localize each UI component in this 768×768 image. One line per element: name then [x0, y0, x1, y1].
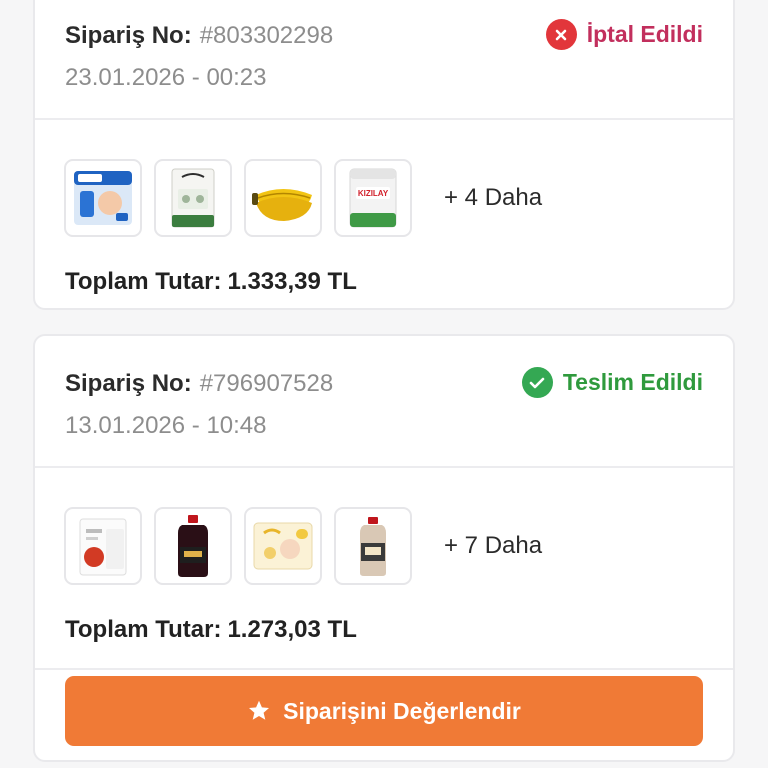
- status-badge: Teslim Edildi: [521, 367, 703, 398]
- product-thumbnail[interactable]: KIZILAY: [334, 159, 412, 237]
- close-circle-icon: [545, 19, 577, 50]
- sleepy-wipes-yellow-pack-icon: [253, 522, 313, 570]
- milk-bottle-icon: [360, 517, 386, 576]
- product-thumbnail[interactable]: [154, 507, 232, 585]
- order-total-label: Toplam Tutar:: [65, 616, 222, 643]
- order-number: #803302298: [199, 22, 334, 49]
- order-total: Toplam Tutar: 1.333,39 TL: [35, 268, 733, 296]
- more-products-label[interactable]: + 7 Daha: [444, 532, 542, 560]
- svg-text:KIZILAY: KIZILAY: [358, 189, 389, 198]
- star-icon: [249, 700, 270, 720]
- status-label: Teslim Edildi: [562, 369, 703, 395]
- order-total: Toplam Tutar: 1.273,03 TL: [35, 616, 733, 644]
- status-badge: İptal Edildi: [545, 19, 703, 50]
- sleepy-wipes-pack-icon: [171, 168, 215, 228]
- order-total-value: 1.333,39 TL: [227, 268, 357, 295]
- kizilay-product-pack-icon: KIZILAY: [349, 168, 397, 228]
- product-thumbnails: KIZILAY + 4 Daha: [35, 146, 733, 250]
- product-thumbnail[interactable]: [334, 507, 412, 585]
- orders-page: Sipariş No: #803302298 23.01.2026 - 00:23…: [0, 0, 768, 768]
- banana-icon: [252, 189, 312, 221]
- product-thumbnail[interactable]: [64, 159, 142, 237]
- order-date: 23.01.2026 - 00:23: [65, 64, 267, 91]
- rate-order-label: Siparişini Değerlendir: [283, 697, 521, 724]
- dark-sauce-bottle-icon: [178, 515, 208, 577]
- more-products-label[interactable]: + 4 Daha: [444, 184, 542, 212]
- diaper-pack-icon: [74, 171, 132, 225]
- product-thumbnail[interactable]: [64, 507, 142, 585]
- product-thumbnail[interactable]: [244, 159, 322, 237]
- check-circle-icon: [521, 367, 553, 398]
- order-card[interactable]: Sipariş No: #796907528 13.01.2026 - 10:48…: [33, 334, 735, 762]
- order-number-label: Sipariş No:: [65, 22, 192, 49]
- order-date: 13.01.2026 - 10:48: [65, 412, 267, 439]
- order-total-value: 1.273,03 TL: [227, 616, 357, 643]
- divider: [35, 118, 733, 120]
- status-label: İptal Edildi: [586, 21, 703, 47]
- order-card[interactable]: Sipariş No: #803302298 23.01.2026 - 00:23…: [33, 0, 735, 310]
- product-thumbnail[interactable]: [244, 507, 322, 585]
- divider: [35, 668, 733, 670]
- order-number-label: Sipariş No:: [65, 370, 192, 397]
- order-number-line: Sipariş No: #803302298: [65, 22, 333, 50]
- product-thumbnails: + 7 Daha: [35, 494, 733, 598]
- order-header: Sipariş No: #796907528 13.01.2026 - 10:48…: [35, 336, 733, 466]
- bags-pack-icon: [79, 518, 127, 576]
- rate-order-button[interactable]: Siparişini Değerlendir: [65, 676, 703, 746]
- order-header: Sipariş No: #803302298 23.01.2026 - 00:23…: [35, 0, 733, 118]
- order-number-line: Sipariş No: #796907528: [65, 370, 333, 398]
- product-thumbnail[interactable]: [154, 159, 232, 237]
- divider: [35, 466, 733, 468]
- order-number: #796907528: [199, 370, 334, 397]
- order-total-label: Toplam Tutar:: [65, 268, 222, 295]
